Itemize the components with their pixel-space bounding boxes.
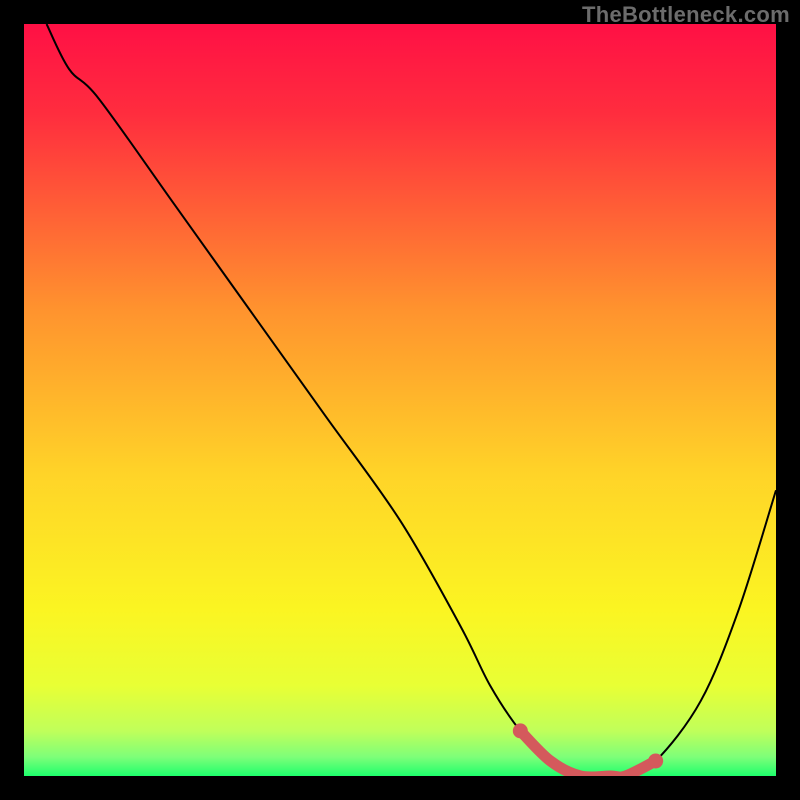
- highlight-start-dot: [513, 723, 528, 738]
- chart-svg: [24, 24, 776, 776]
- highlight-end-dot: [648, 753, 663, 768]
- gradient-background: [24, 24, 776, 776]
- outer-frame: TheBottleneck.com: [0, 0, 800, 800]
- plot-area: [24, 24, 776, 776]
